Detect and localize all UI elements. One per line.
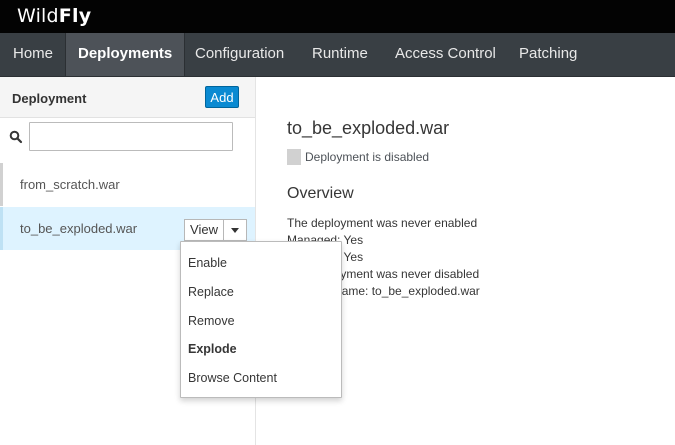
- disabled-status-icon: [287, 149, 301, 165]
- menu-item-enable[interactable]: Enable: [181, 249, 341, 277]
- menu-item-explode[interactable]: Explode: [181, 335, 341, 363]
- nav-runtime[interactable]: Runtime: [312, 33, 368, 76]
- deployment-status-text: Deployment is disabled: [305, 150, 430, 164]
- nav-home[interactable]: Home: [13, 33, 53, 76]
- nav-access-control[interactable]: Access Control: [395, 33, 496, 76]
- column-title: Deployment: [12, 91, 87, 106]
- caret-down-icon: [231, 228, 239, 233]
- info-enabled-line: The deployment was never enabled: [287, 216, 478, 230]
- add-button[interactable]: Add: [205, 86, 239, 108]
- deployment-item-from-scratch[interactable]: from_scratch.war: [0, 163, 255, 206]
- logo-text-bold: Fly: [58, 5, 92, 27]
- brand-bar: WildFly: [0, 0, 675, 33]
- nav-patching[interactable]: Patching: [519, 33, 577, 76]
- nav-configuration[interactable]: Configuration: [195, 33, 284, 76]
- wildfly-logo: WildFly: [17, 4, 91, 28]
- menu-item-remove[interactable]: Remove: [181, 307, 341, 335]
- dropdown-toggle-button[interactable]: [223, 219, 247, 241]
- deployment-actions-menu: Enable Replace Remove Explode Browse Con…: [180, 241, 342, 398]
- overview-heading: Overview: [287, 185, 354, 202]
- deployment-title: to_be_exploded.war: [287, 118, 450, 138]
- view-button[interactable]: View: [184, 219, 224, 241]
- menu-item-replace[interactable]: Replace: [181, 278, 341, 306]
- logo-text-light: Wild: [17, 5, 59, 27]
- top-navigation: Home Deployments Configuration Runtime A…: [0, 33, 675, 77]
- nav-deployments[interactable]: Deployments: [65, 33, 186, 76]
- search-icon: [9, 130, 23, 144]
- menu-item-browse-content[interactable]: Browse Content: [181, 364, 341, 392]
- column-header: Deployment Add: [0, 77, 255, 118]
- filter-input[interactable]: [29, 122, 233, 151]
- deployment-item-label: from_scratch.war: [20, 177, 120, 192]
- deployment-item-label: to_be_exploded.war: [20, 221, 138, 236]
